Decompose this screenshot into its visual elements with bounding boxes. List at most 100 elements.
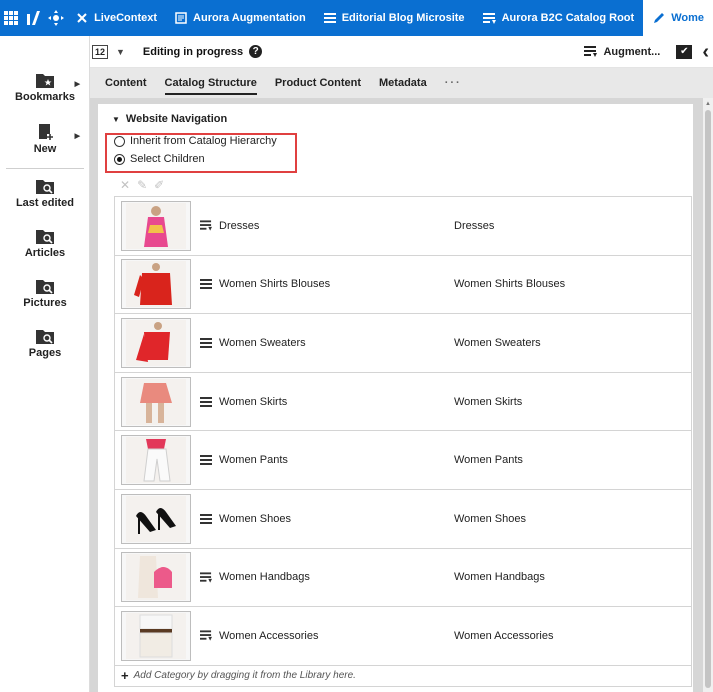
sidebar-divider — [6, 168, 84, 169]
list-item[interactable]: Women Pants Women Pants — [115, 431, 691, 490]
app-grid-icon[interactable] — [0, 0, 22, 36]
tab-label: Wome — [671, 12, 704, 24]
chevron-down-icon[interactable]: ▼ — [116, 47, 125, 57]
form-tabs: Content Catalog Structure Product Conten… — [90, 68, 713, 98]
content-area: ▼ Website Navigation Inherit from Catalo… — [90, 98, 713, 692]
category-name: Women Shoes — [219, 512, 291, 525]
library-icon[interactable] — [22, 0, 44, 36]
approve-icon[interactable]: ✔ — [676, 44, 693, 59]
expand-arrow-icon[interactable]: ▶ — [75, 80, 80, 88]
vertical-scrollbar[interactable]: ▲ — [703, 98, 713, 692]
left-sidebar: Bookmarks ▶ New ▶ Last edited Articles P… — [0, 36, 90, 692]
category-name: Dresses — [219, 219, 260, 232]
scroll-up-icon[interactable]: ▲ — [705, 101, 711, 107]
tab-aurora-catalog-root[interactable]: Aurora B2C Catalog Root — [474, 0, 644, 36]
category-name: Women Shirts Blouses — [219, 278, 331, 291]
add-category-hint: Add Category by dragging it from the Lib… — [133, 670, 356, 682]
tab-label: Aurora Augmentation — [193, 12, 306, 24]
section-website-navigation[interactable]: ▼ Website Navigation — [112, 113, 227, 125]
search-folder-icon — [36, 230, 54, 244]
edit-pencil-multi-icon[interactable]: ✐ — [154, 178, 164, 192]
list-item[interactable]: Women Shoes Women Shoes — [115, 490, 691, 549]
tab-editorial-blog[interactable]: Editorial Blog Microsite — [315, 0, 474, 36]
category-name: Women Handbags — [219, 571, 310, 584]
tab-content[interactable]: Content — [96, 68, 156, 98]
category-display-name: Women Shirts Blouses — [454, 278, 566, 291]
tab-livecontext[interactable]: LiveContext — [67, 0, 166, 36]
category-icon — [200, 455, 213, 466]
radio-select-children[interactable] — [114, 153, 125, 165]
category-thumbnail — [121, 200, 191, 251]
sidebar-item-label: Pictures — [23, 297, 67, 309]
category-thumbnail — [121, 435, 191, 486]
numbered-type-icon[interactable]: 12 — [92, 44, 108, 59]
pencil-icon — [653, 12, 665, 24]
remove-icon[interactable]: ✕ — [120, 178, 130, 192]
sidebar-item-new[interactable]: New ▶ — [0, 124, 90, 155]
augmented-category-icon — [200, 572, 213, 583]
plus-icon: + — [121, 668, 129, 684]
sidebar-item-label: Bookmarks — [15, 91, 75, 103]
sidebar-item-articles[interactable]: Articles — [0, 228, 90, 259]
sidebar-item-label: Articles — [24, 247, 66, 259]
document-toolbar: 12 ▼ Editing in progress ? Augment... ✔ … — [90, 36, 713, 68]
tab-women-active[interactable]: Wome — [643, 0, 713, 36]
category-thumbnail — [121, 552, 191, 603]
bookmark-folder-icon — [36, 74, 54, 88]
augmented-category-icon — [200, 630, 213, 642]
help-icon[interactable]: ? — [249, 45, 263, 58]
section-title: Website Navigation — [125, 113, 228, 125]
radio-select-children-option[interactable]: Select Children — [114, 153, 205, 165]
list-item[interactable]: Women Handbags Women Handbags — [115, 549, 691, 608]
expand-arrow-icon[interactable]: ▶ — [75, 132, 80, 140]
search-folder-icon — [36, 180, 54, 194]
augmented-category-icon — [200, 220, 213, 231]
sidebar-item-pages[interactable]: Pages — [0, 328, 90, 359]
category-icon — [200, 396, 213, 407]
augmented-list-icon — [482, 12, 496, 24]
category-name: Women Accessories — [219, 629, 319, 642]
tab-catalog-structure[interactable]: Catalog Structure — [156, 68, 266, 98]
category-list: Dresses Dresses Women Shirts Blouses Wom… — [114, 196, 692, 687]
list-item[interactable]: Women Accessories Women Accessories — [115, 607, 691, 666]
category-thumbnail — [121, 259, 191, 310]
tab-product-content[interactable]: Product Content — [266, 68, 370, 98]
back-chevron-icon[interactable]: ‹ — [702, 42, 709, 62]
tab-label: Editorial Blog Microsite — [341, 12, 465, 24]
sidebar-item-pictures[interactable]: Pictures — [0, 278, 90, 309]
edit-pencil-icon[interactable]: ✎ — [137, 178, 147, 192]
tab-more[interactable]: ··· — [436, 68, 471, 98]
category-display-name: Women Pants — [454, 454, 523, 467]
sidebar-item-label: Pages — [28, 347, 62, 359]
list-item[interactable]: Dresses Dresses — [115, 197, 691, 256]
collapse-triangle-icon[interactable]: ▼ — [112, 115, 120, 124]
search-folder-icon — [36, 330, 54, 344]
category-thumbnail — [121, 317, 191, 368]
sidebar-item-label: Last edited — [15, 197, 75, 209]
list-item[interactable]: Women Sweaters Women Sweaters — [115, 314, 691, 373]
augmented-list-icon — [584, 46, 598, 57]
category-name: Women Pants — [219, 454, 288, 467]
augment-label: Augment... — [603, 45, 661, 58]
scrollbar-thumb[interactable] — [705, 110, 711, 688]
radio-inherit-option[interactable]: Inherit from Catalog Hierarchy — [114, 135, 277, 147]
category-display-name: Women Accessories — [454, 629, 554, 642]
tab-metadata[interactable]: Metadata — [370, 68, 436, 98]
list-toolbar: ✕ ✎ ✐ — [120, 178, 171, 192]
add-category-dropzone[interactable]: + Add Category by dragging it from the L… — [115, 666, 691, 686]
sidebar-item-label: New — [33, 143, 57, 155]
category-thumbnail — [121, 493, 191, 544]
category-thumbnail — [121, 610, 191, 661]
sidebar-item-bookmarks[interactable]: Bookmarks ▶ — [0, 72, 90, 103]
tab-aurora-augmentation[interactable]: Aurora Augmentation — [166, 0, 315, 36]
edit-status: Editing in progress — [142, 45, 244, 58]
sidebar-item-last-edited[interactable]: Last edited — [0, 178, 90, 209]
list-item[interactable]: Women Shirts Blouses Women Shirts Blouse… — [115, 256, 691, 315]
favorites-bar-icon[interactable] — [45, 0, 67, 36]
category-display-name: Women Shoes — [454, 512, 526, 525]
form-panel: ▼ Website Navigation Inherit from Catalo… — [98, 104, 693, 692]
augment-button[interactable]: Augment... — [584, 46, 660, 58]
list-item[interactable]: Women Skirts Women Skirts — [115, 373, 691, 432]
radio-inherit[interactable] — [114, 135, 125, 147]
category-icon — [200, 337, 213, 348]
